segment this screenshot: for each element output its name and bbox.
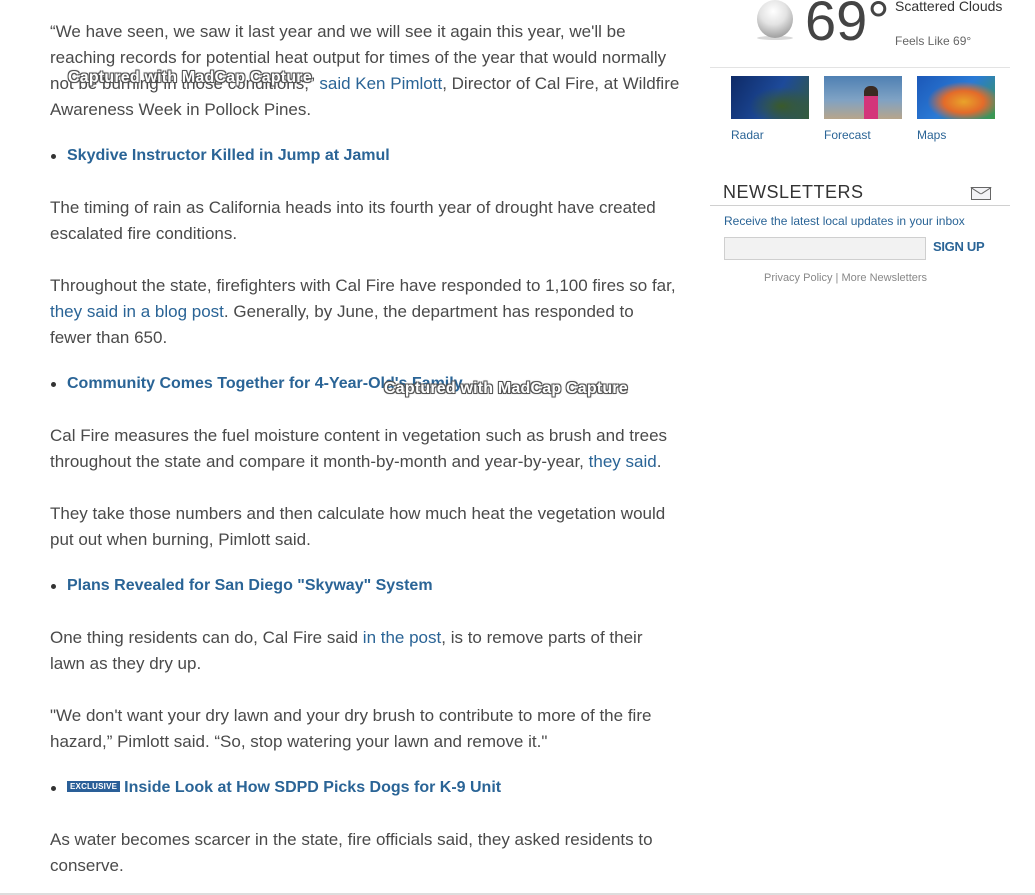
paragraph-fires: Throughout the state, firefighters with …: [50, 276, 676, 347]
related-link-skydive[interactable]: Skydive Instructor Killed in Jump at Jam…: [67, 147, 390, 164]
newsletter-links: Privacy Policy | More Newsletters: [764, 272, 927, 284]
newsletters-title: NEWSLETTERS: [723, 182, 864, 202]
related-link-community[interactable]: Community Comes Together for 4-Year-Old'…: [67, 375, 463, 392]
related-list: EXCLUSIVE Inside Look at How SDPD Picks D…: [50, 778, 697, 798]
related-link-skyway[interactable]: Plans Revealed for San Diego "Skyway" Sy…: [67, 577, 433, 594]
feels-like: Feels Like 69°: [895, 34, 972, 48]
privacy-policy-link[interactable]: Privacy Policy: [764, 272, 832, 284]
paragraph-lawn: One thing residents can do, Cal Fire sai…: [50, 628, 643, 673]
newsletter-email-input[interactable]: [724, 237, 926, 260]
newsletters-description: Receive the latest local updates in your…: [724, 214, 965, 228]
link-separator: |: [835, 272, 839, 284]
sign-up-button[interactable]: SIGN UP: [933, 239, 985, 254]
forecast-thumbnail[interactable]: [824, 76, 902, 119]
weather-condition: Scattered Clouds: [895, 0, 1003, 14]
maps-link[interactable]: Maps: [917, 128, 946, 142]
link-they-said[interactable]: they said: [589, 452, 657, 471]
temperature[interactable]: 69°: [805, 0, 890, 56]
related-link-k9[interactable]: Inside Look at How SDPD Picks Dogs for K…: [124, 779, 501, 796]
cloudy-moon-icon[interactable]: [757, 0, 793, 38]
paragraph-brush: "We don't want your dry lawn and your dr…: [50, 706, 652, 751]
paragraph-quote: “We have seen, we saw it last year and w…: [50, 22, 680, 119]
paragraph-timing: The timing of rain as California heads i…: [50, 198, 656, 243]
related-item: Community Comes Together for 4-Year-Old'…: [51, 374, 697, 394]
related-item: Plans Revealed for San Diego "Skyway" Sy…: [51, 576, 697, 596]
related-item: EXCLUSIVE Inside Look at How SDPD Picks D…: [51, 778, 697, 798]
related-item: Skydive Instructor Killed in Jump at Jam…: [51, 146, 697, 166]
related-list: Community Comes Together for 4-Year-Old'…: [50, 374, 697, 394]
divider: [710, 205, 1010, 206]
link-in-the-post[interactable]: in the post: [363, 628, 441, 647]
divider: [710, 67, 1010, 68]
exclusive-badge: EXCLUSIVE: [67, 781, 121, 792]
maps-thumbnail[interactable]: [917, 76, 995, 119]
related-list: Skydive Instructor Killed in Jump at Jam…: [50, 146, 697, 166]
link-said-ken-pimlott[interactable]: said Ken Pimlott: [319, 74, 442, 93]
related-list: Plans Revealed for San Diego "Skyway" Sy…: [50, 576, 697, 596]
envelope-icon: [971, 187, 991, 200]
more-newsletters-link[interactable]: More Newsletters: [841, 272, 927, 284]
radar-thumbnail[interactable]: [731, 76, 809, 119]
radar-link[interactable]: Radar: [731, 128, 764, 142]
paragraph-heat: They take those numbers and then calcula…: [50, 504, 666, 549]
link-blog-post[interactable]: they said in a blog post: [50, 302, 224, 321]
paragraph-conserve: As water becomes scarcer in the state, f…: [50, 830, 653, 875]
forecast-link[interactable]: Forecast: [824, 128, 871, 142]
paragraph-moisture: Cal Fire measures the fuel moisture cont…: [50, 426, 668, 471]
